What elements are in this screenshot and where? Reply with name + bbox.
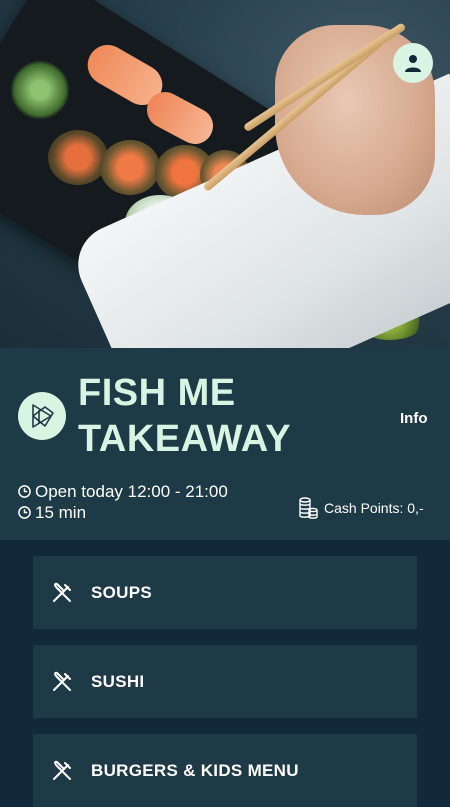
sushi-roll bbox=[48, 130, 108, 185]
hero-image bbox=[0, 0, 450, 348]
cash-points: Cash Points: 0,- bbox=[298, 497, 424, 519]
restaurant-name: FISH ME TAKEAWAY bbox=[78, 372, 292, 460]
coins-icon bbox=[299, 497, 318, 519]
category-label: BURGERS & KIDS MENU bbox=[91, 760, 299, 780]
clock-icon bbox=[18, 485, 31, 498]
opening-info: Open today 12:00 - 21:00 15 min bbox=[18, 481, 228, 523]
clock-icon bbox=[18, 506, 31, 519]
wait-time: 15 min bbox=[35, 503, 87, 522]
cutlery-icon bbox=[33, 671, 91, 693]
category-label: SUSHI bbox=[91, 671, 145, 691]
category-soups[interactable]: SOUPS bbox=[33, 556, 417, 629]
restaurant-info-band: FISH ME TAKEAWAY Info Open today 12:00 -… bbox=[0, 348, 450, 540]
opening-hours: Open today 12:00 - 21:00 bbox=[35, 482, 228, 501]
category-burgers-kids-menu[interactable]: BURGERS & KIDS MENU bbox=[33, 734, 417, 807]
cash-points-label: Cash Points: 0,- bbox=[324, 500, 424, 516]
cutlery-icon bbox=[33, 582, 91, 604]
profile-button[interactable] bbox=[393, 43, 433, 83]
fish-logo-icon bbox=[32, 404, 54, 428]
info-link[interactable]: Info bbox=[400, 410, 428, 427]
category-label: SOUPS bbox=[91, 582, 153, 602]
cutlery-icon bbox=[33, 760, 91, 782]
category-list: SOUPS SUSHI BURGERS & KIDS MENU bbox=[0, 540, 450, 807]
sushi-roll bbox=[100, 140, 160, 195]
category-sushi[interactable]: SUSHI bbox=[33, 645, 417, 718]
user-icon bbox=[405, 55, 421, 72]
restaurant-logo bbox=[18, 392, 66, 440]
garnish bbox=[10, 60, 70, 120]
